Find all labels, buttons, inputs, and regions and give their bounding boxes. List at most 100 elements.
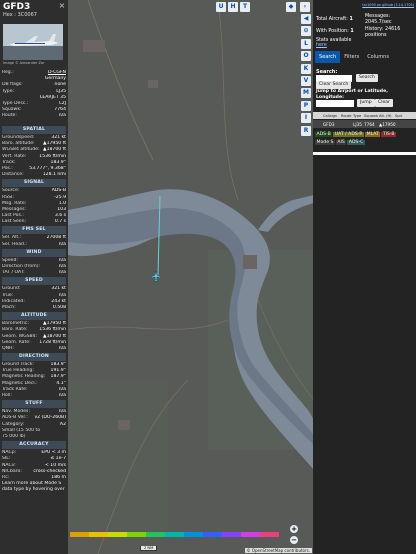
aircraft-hex: Hex : 3C0067 (3, 12, 37, 18)
stats-link[interactable]: here (316, 43, 327, 48)
tab-search[interactable]: Search (315, 51, 341, 63)
stuff-key: 75 000 lb) (2, 433, 26, 439)
collapse-right-button[interactable]: › (300, 2, 310, 12)
zoom-out-button[interactable]: − (290, 536, 298, 544)
speed-row: Mach: 0.508 (2, 305, 66, 311)
tab-columns[interactable]: Columns (363, 51, 393, 63)
altitude-scale-segment (184, 532, 203, 537)
direction-row: Roll: n/a (2, 393, 66, 399)
map-button-h[interactable]: H (228, 2, 238, 12)
clear-button[interactable]: Clear (375, 99, 394, 107)
tab-filters[interactable]: Filters (340, 51, 363, 63)
panel-tabs: Search Filters Columns (315, 51, 393, 63)
altitude-color-scale (70, 532, 279, 537)
map-button-t[interactable]: T (240, 2, 250, 12)
town-area (243, 255, 257, 269)
altitude-scale-segment (165, 532, 184, 537)
column-squawk[interactable]: Squawk (362, 114, 378, 118)
side-button-l[interactable]: L (301, 38, 311, 49)
side-button-back[interactable]: ◀ (301, 14, 311, 24)
stuff-value: A2 (59, 421, 66, 427)
zoom-in-button[interactable]: + (290, 525, 298, 533)
jump-button[interactable]: Jump (357, 99, 375, 107)
side-button-o[interactable]: O (301, 51, 311, 62)
section-altitude-header[interactable]: ALTITUDE (2, 312, 66, 321)
section-accuracy-header[interactable]: ACCURACY (2, 441, 66, 450)
detail-key: Route: (2, 113, 17, 119)
speed-value: 0.508 (52, 304, 66, 310)
search-button[interactable]: Search (356, 74, 378, 82)
altitude-scale-segment (222, 532, 241, 537)
table-row[interactable]: GFD3 LJ35 7764 ▲17950 (313, 120, 416, 128)
town-area (148, 80, 158, 88)
section-spatial-header[interactable]: SPATIAL (2, 126, 66, 134)
legend-modes: Mode S (315, 140, 335, 145)
section-stuff-header[interactable]: STUFF (2, 400, 66, 409)
section-fms-header[interactable]: FMS SEL (2, 226, 66, 235)
map-view[interactable]: U H T + − 2 NM © OpenStreetMap contribut… (68, 0, 314, 554)
side-button-strip: ◀ ⊙ L O K V M P I R (300, 14, 312, 138)
direction-key: Roll: (2, 393, 12, 398)
with-position-label: With Position: (316, 29, 349, 34)
row-squawk: 7764 (364, 121, 375, 127)
altitude-key: QNH: (2, 345, 15, 351)
altitude-scale-segment (241, 532, 260, 537)
legend-adsb: ADS-B (315, 132, 333, 137)
altitude-scale-segment (146, 532, 165, 537)
column-speed[interactable]: Spd. (393, 114, 403, 118)
jump-input[interactable] (316, 100, 354, 107)
section-speed-header[interactable]: SPEED (2, 277, 66, 286)
column-callsign[interactable]: Callsign (321, 114, 339, 118)
spatial-row: Distance: 128.1 nmi (2, 172, 66, 178)
signal-row: Last Seen: 0.7 s (2, 219, 66, 225)
total-aircraft: Total Aircraft: 1 (316, 17, 353, 22)
section-signal-header[interactable]: SIGNAL (2, 179, 66, 188)
detail-row: Route: n/a (2, 113, 66, 119)
side-button-center[interactable]: ⊙ (301, 26, 311, 37)
with-position-value: 1 (350, 29, 354, 34)
column-route[interactable]: Route (339, 114, 351, 118)
spatial-key: Distance: (2, 172, 24, 178)
map-canvas[interactable] (68, 0, 314, 554)
direction-value: n/a (58, 393, 66, 398)
github-link[interactable]: tar1090 on github (3.14.1705) (362, 3, 414, 7)
section-wind-header[interactable]: WIND (2, 248, 66, 257)
stuff-row: 75 000 lb) (2, 434, 66, 440)
map-button-u[interactable]: U (216, 2, 226, 12)
side-button-p[interactable]: P (301, 100, 311, 111)
altitude-value: n/a (58, 345, 66, 351)
aircraft-photo[interactable] (3, 24, 63, 60)
wind-value: n/a (58, 270, 66, 276)
aircraft-list-panel: tar1090 on github (3.14.1705) Total Airc… (313, 0, 416, 554)
total-aircraft-label: Total Aircraft: (316, 17, 348, 22)
altitude-scale-segment (70, 532, 89, 537)
side-button-k[interactable]: K (301, 63, 311, 74)
row-type: LJ35 (353, 121, 362, 127)
side-button-r[interactable]: R (301, 125, 311, 136)
wind-row: TAT / OAT: n/a (2, 270, 66, 276)
altitude-scale-segment (260, 532, 279, 537)
aircraft-details-panel: GFD3 Hex : 3C0067 × Image © Alexander Zo… (0, 0, 68, 554)
clear-search-button[interactable]: Clear Search (316, 81, 352, 89)
column-altitude[interactable]: Alt. (ft) (377, 114, 393, 118)
legend-ais: AIS (335, 140, 347, 145)
aircraft-callsign: GFD3 (3, 2, 31, 12)
history-label: History: (365, 27, 384, 32)
column-type[interactable]: Type (351, 114, 362, 118)
side-button-i[interactable]: I (301, 113, 311, 124)
altitude-scale-segment (127, 532, 146, 537)
map-attribution[interactable]: © OpenStreetMap contributors. (244, 548, 312, 553)
side-button-m[interactable]: M (301, 88, 311, 99)
side-button-v[interactable]: V (301, 75, 311, 86)
section-direction-header[interactable]: DIRECTION (2, 353, 66, 362)
close-icon[interactable]: × (58, 2, 66, 10)
detail-key: Type: (2, 88, 15, 94)
town-area (118, 420, 130, 430)
altitude-scale-segment (89, 532, 108, 537)
altitude-scale-segment (108, 532, 127, 537)
layers-button[interactable]: ◆ (286, 2, 296, 12)
detail-key: Reg.: (2, 70, 14, 75)
map-scale: 2 NM (140, 546, 158, 551)
legend-adsc: ADS-C (347, 140, 365, 145)
total-aircraft-value: 1 (349, 17, 353, 22)
